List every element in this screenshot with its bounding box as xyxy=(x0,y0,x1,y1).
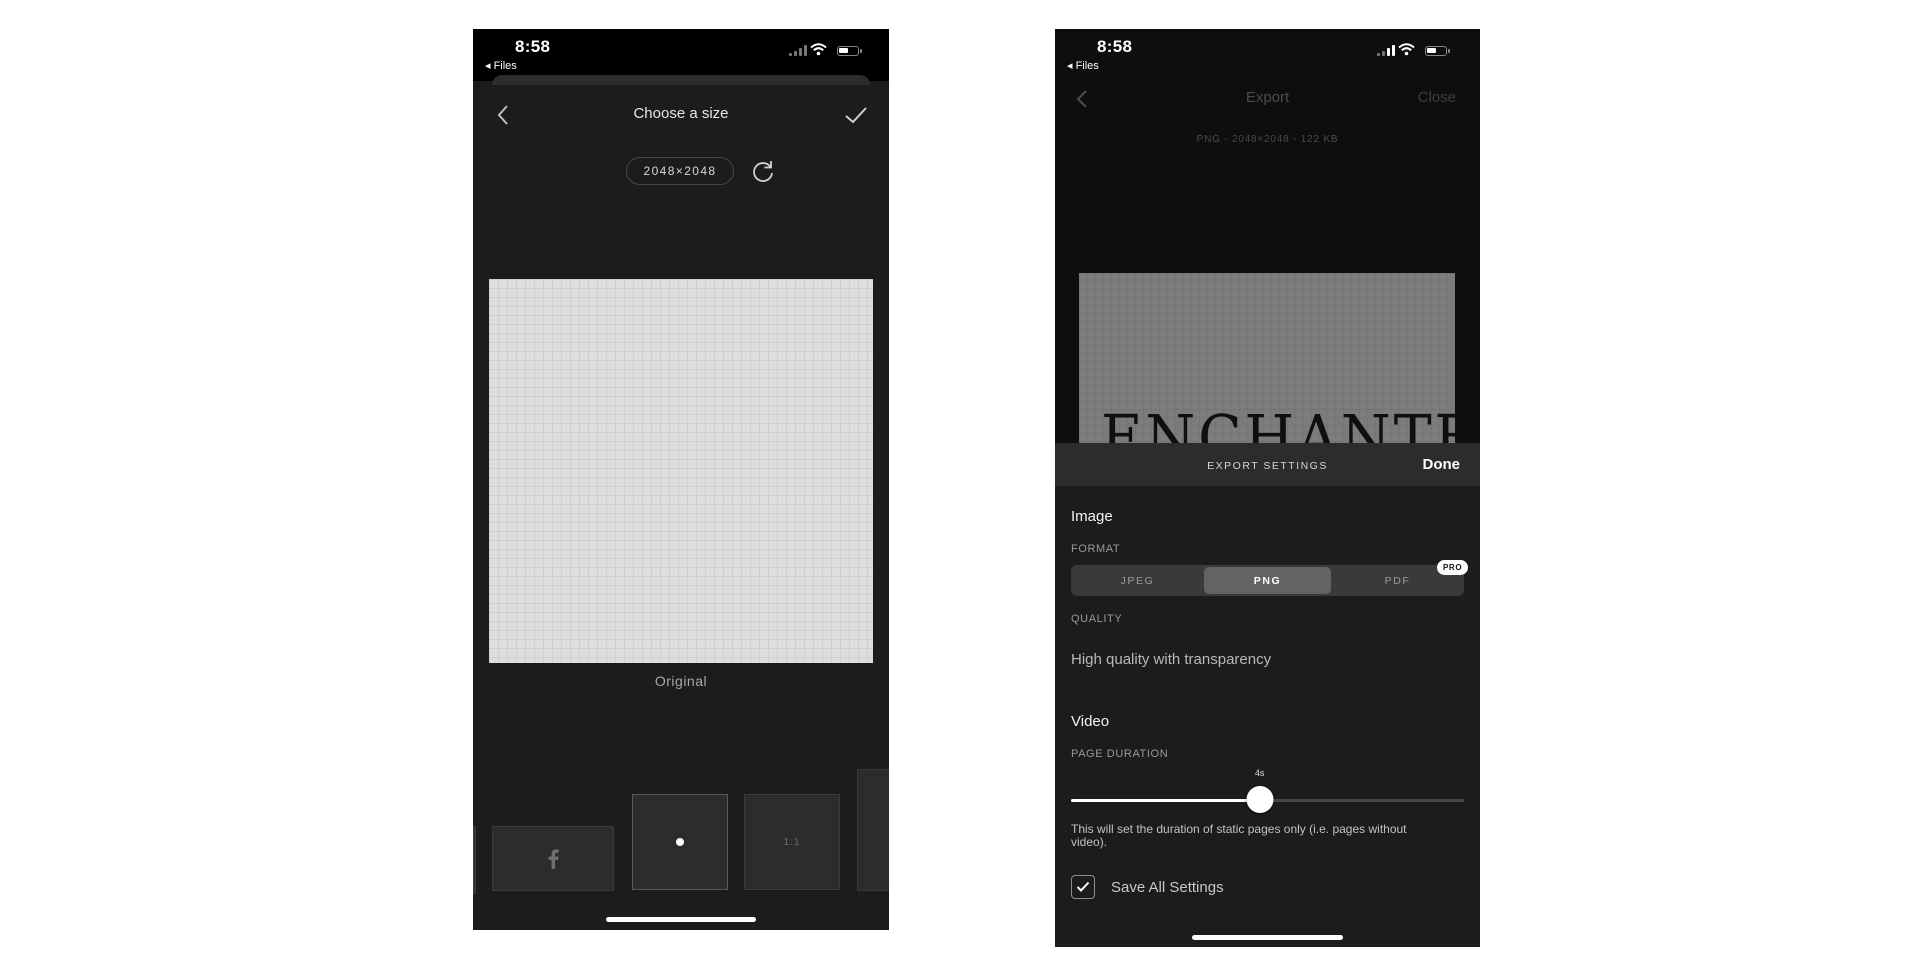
refresh-icon xyxy=(753,161,773,182)
canvas-preview xyxy=(489,279,873,663)
slider-value-label: 4s xyxy=(1254,768,1265,778)
quality-value[interactable]: High quality with transparency xyxy=(1071,651,1271,668)
size-option-facebook[interactable] xyxy=(492,826,614,891)
panel-title: EXPORT SETTINGS xyxy=(1207,460,1328,472)
dot-icon xyxy=(676,838,684,846)
close-button[interactable]: Close xyxy=(1418,89,1456,106)
page-duration-slider[interactable]: 4s xyxy=(1071,768,1464,813)
facebook-icon xyxy=(548,848,559,869)
pro-badge: PRO xyxy=(1437,560,1469,575)
back-to-files-link[interactable]: ◂ Files xyxy=(485,59,517,72)
slider-thumb[interactable] xyxy=(1246,786,1274,813)
checkmark-icon xyxy=(845,107,867,124)
wifi-icon xyxy=(1398,43,1415,56)
page-title: Choose a size xyxy=(633,105,729,122)
back-to-files-link[interactable]: ◂ Files xyxy=(1067,59,1099,72)
home-indicator[interactable] xyxy=(1192,935,1343,940)
format-option-jpeg[interactable]: JPEG xyxy=(1074,567,1201,594)
home-indicator[interactable] xyxy=(606,917,756,922)
image-section-heading: Image xyxy=(1071,508,1113,525)
signal-icon xyxy=(789,45,807,56)
back-app-label: Files xyxy=(1075,60,1099,72)
status-time: 8:58 xyxy=(515,37,551,56)
done-button[interactable]: Done xyxy=(1423,456,1461,473)
save-all-checkbox[interactable] xyxy=(1071,875,1095,899)
size-badge[interactable]: 2048×2048 xyxy=(626,157,734,185)
checkmark-icon xyxy=(1076,881,1090,892)
file-info: PNG - 2048×2048 - 122 KB xyxy=(1196,134,1339,145)
format-segmented-control: JPEG PNG PDF xyxy=(1071,565,1464,596)
quality-label: QUALITY xyxy=(1071,613,1123,625)
refresh-button[interactable] xyxy=(750,158,776,184)
export-screen: 8:58 ◂ Files Export Close PNG - 2048×204… xyxy=(1055,29,1480,947)
page-title: Export xyxy=(1245,89,1290,106)
confirm-button[interactable] xyxy=(843,102,869,128)
size-option-partial[interactable] xyxy=(473,826,476,894)
choose-size-screen: 8:58 ◂ Files Choose a size 2048×2048 Ori… xyxy=(473,29,889,930)
back-app-label: Files xyxy=(493,60,517,72)
wifi-icon xyxy=(810,43,827,56)
size-option-selected[interactable] xyxy=(632,794,728,890)
signal-icon xyxy=(1377,45,1395,56)
slider-fill xyxy=(1071,799,1260,802)
page-duration-label: PAGE DURATION xyxy=(1071,748,1169,760)
status-time: 8:58 xyxy=(1097,37,1133,56)
ratio-label: 1:1 xyxy=(783,836,801,848)
format-label: FORMAT xyxy=(1071,543,1121,555)
status-bar: 8:58 ◂ Files xyxy=(473,29,889,81)
export-settings-panel: EXPORT SETTINGS Done Image FORMAT JPEG P… xyxy=(1055,443,1480,947)
video-section-heading: Video xyxy=(1071,713,1110,730)
duration-help-text: This will set the duration of static pag… xyxy=(1071,822,1407,849)
save-all-label[interactable]: Save All Settings xyxy=(1111,879,1224,896)
battery-icon xyxy=(1425,46,1450,56)
size-option-partial[interactable] xyxy=(857,769,889,891)
battery-icon xyxy=(837,46,862,56)
format-option-png[interactable]: PNG xyxy=(1204,567,1331,594)
canvas-size-label: Original xyxy=(654,673,708,689)
size-option-square[interactable]: 1:1 xyxy=(744,794,840,890)
panel-header: EXPORT SETTINGS Done xyxy=(1055,443,1480,486)
